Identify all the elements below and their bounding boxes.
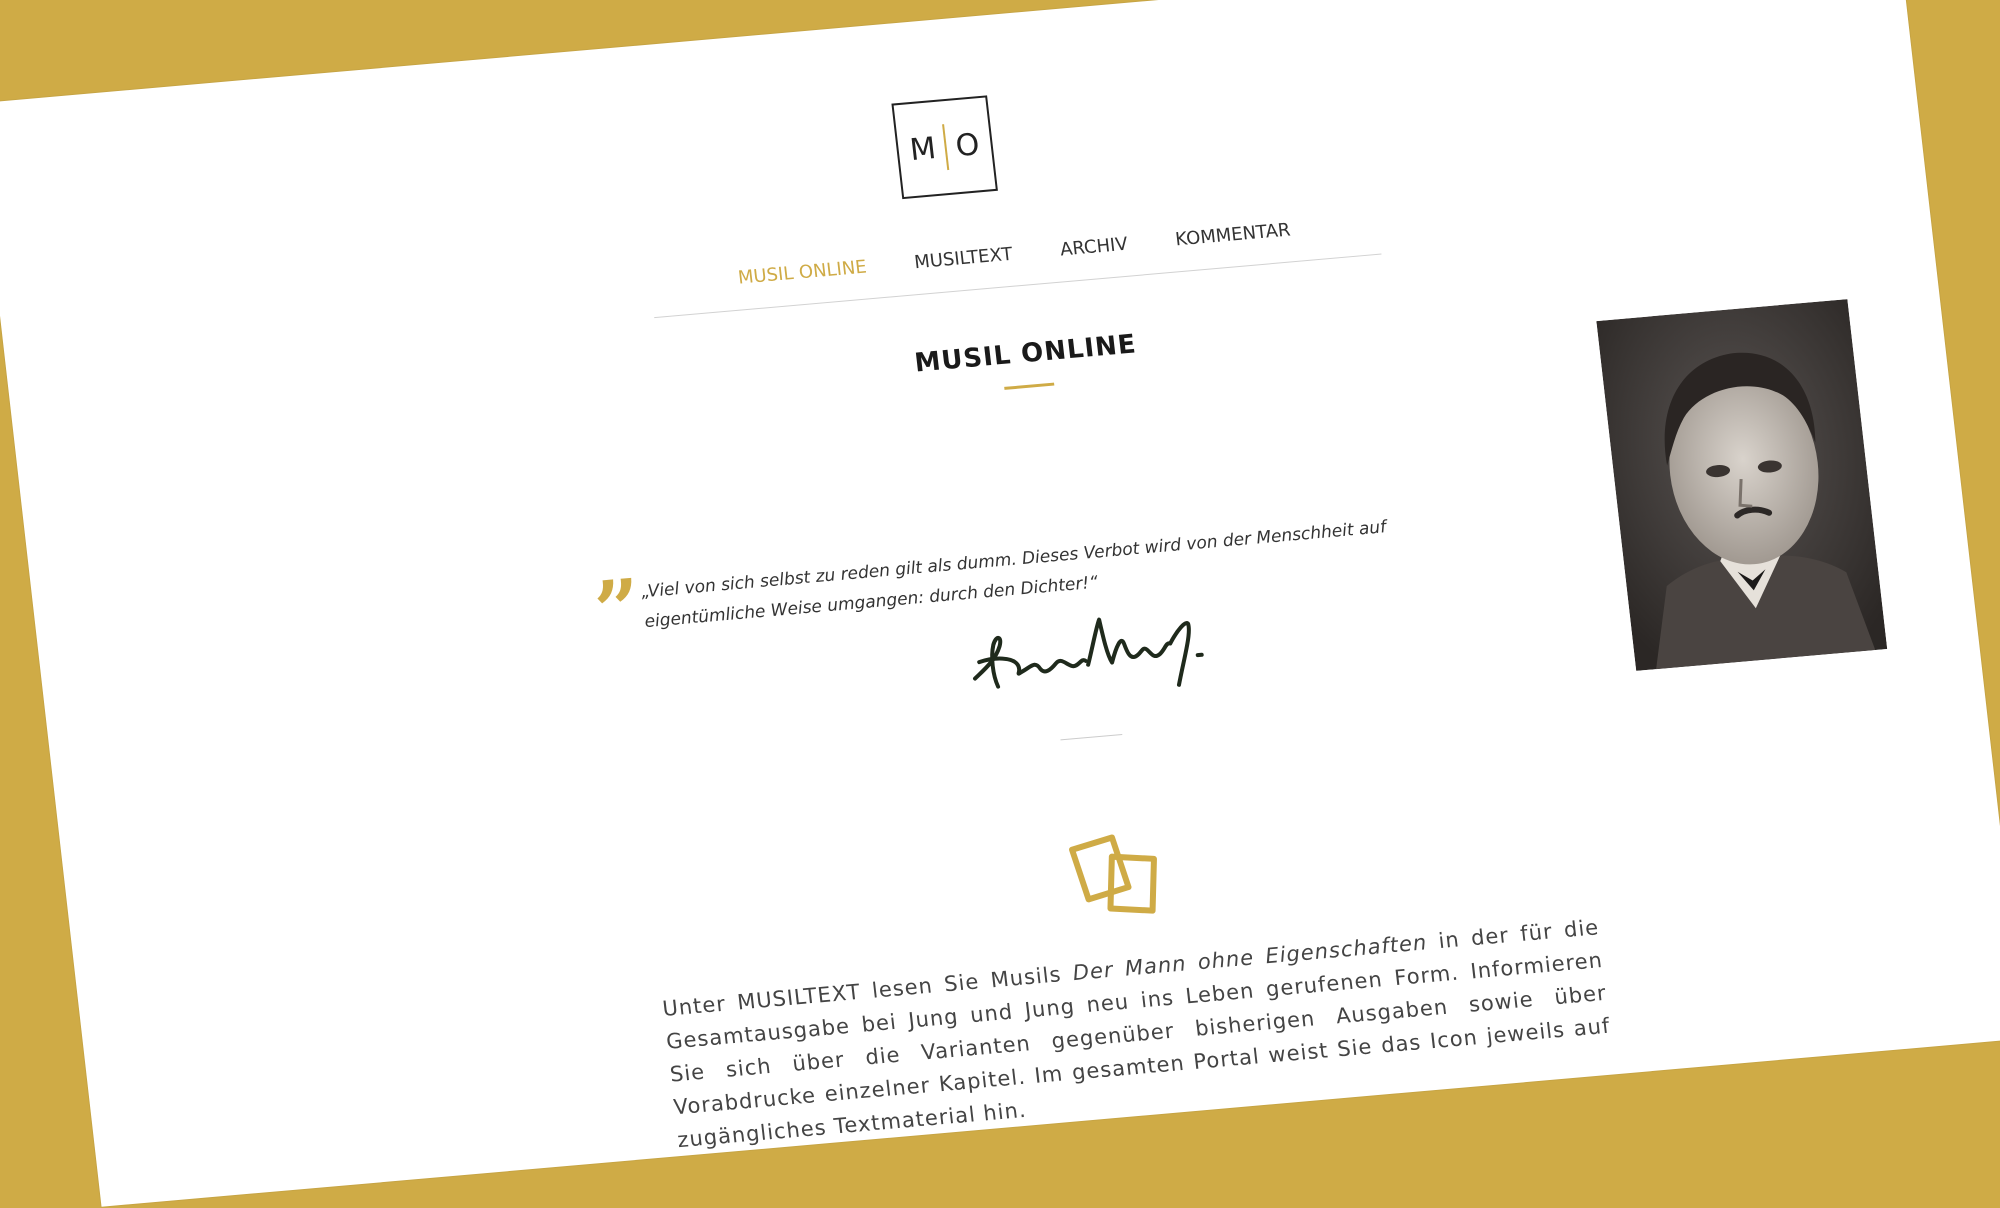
documents-icon xyxy=(1069,834,1157,914)
portrait-photo xyxy=(1596,299,1888,671)
section-divider xyxy=(1060,733,1123,741)
nav-item-archiv[interactable]: ARCHIV xyxy=(1059,234,1129,261)
nav-item-kommentar[interactable]: KOMMENTAR xyxy=(1174,219,1291,250)
nav-item-musil-online[interactable]: MUSIL ONLINE xyxy=(737,257,868,289)
logo-letter-left: M xyxy=(908,130,938,168)
site-logo[interactable]: M O xyxy=(891,95,998,200)
logo-divider xyxy=(942,124,950,171)
signature xyxy=(973,617,1204,689)
quote-mark-icon: ” xyxy=(589,560,647,659)
intro-paragraph: Unter MUSILTEXT lesen Sie Musils Der Man… xyxy=(661,911,1616,1157)
title-underline xyxy=(1004,382,1055,390)
page: M O MUSIL ONLINE MUSILTEXT ARCHIV KOMMEN… xyxy=(0,0,2000,1207)
intro-text-after: in der für die Gesamtausgabe bei Jung un… xyxy=(664,915,1612,1153)
main-navigation: MUSIL ONLINE MUSILTEXT ARCHIV KOMMENTAR xyxy=(649,212,1379,296)
nav-item-musiltext[interactable]: MUSILTEXT xyxy=(913,244,1013,273)
logo-letter-right: O xyxy=(953,126,982,164)
